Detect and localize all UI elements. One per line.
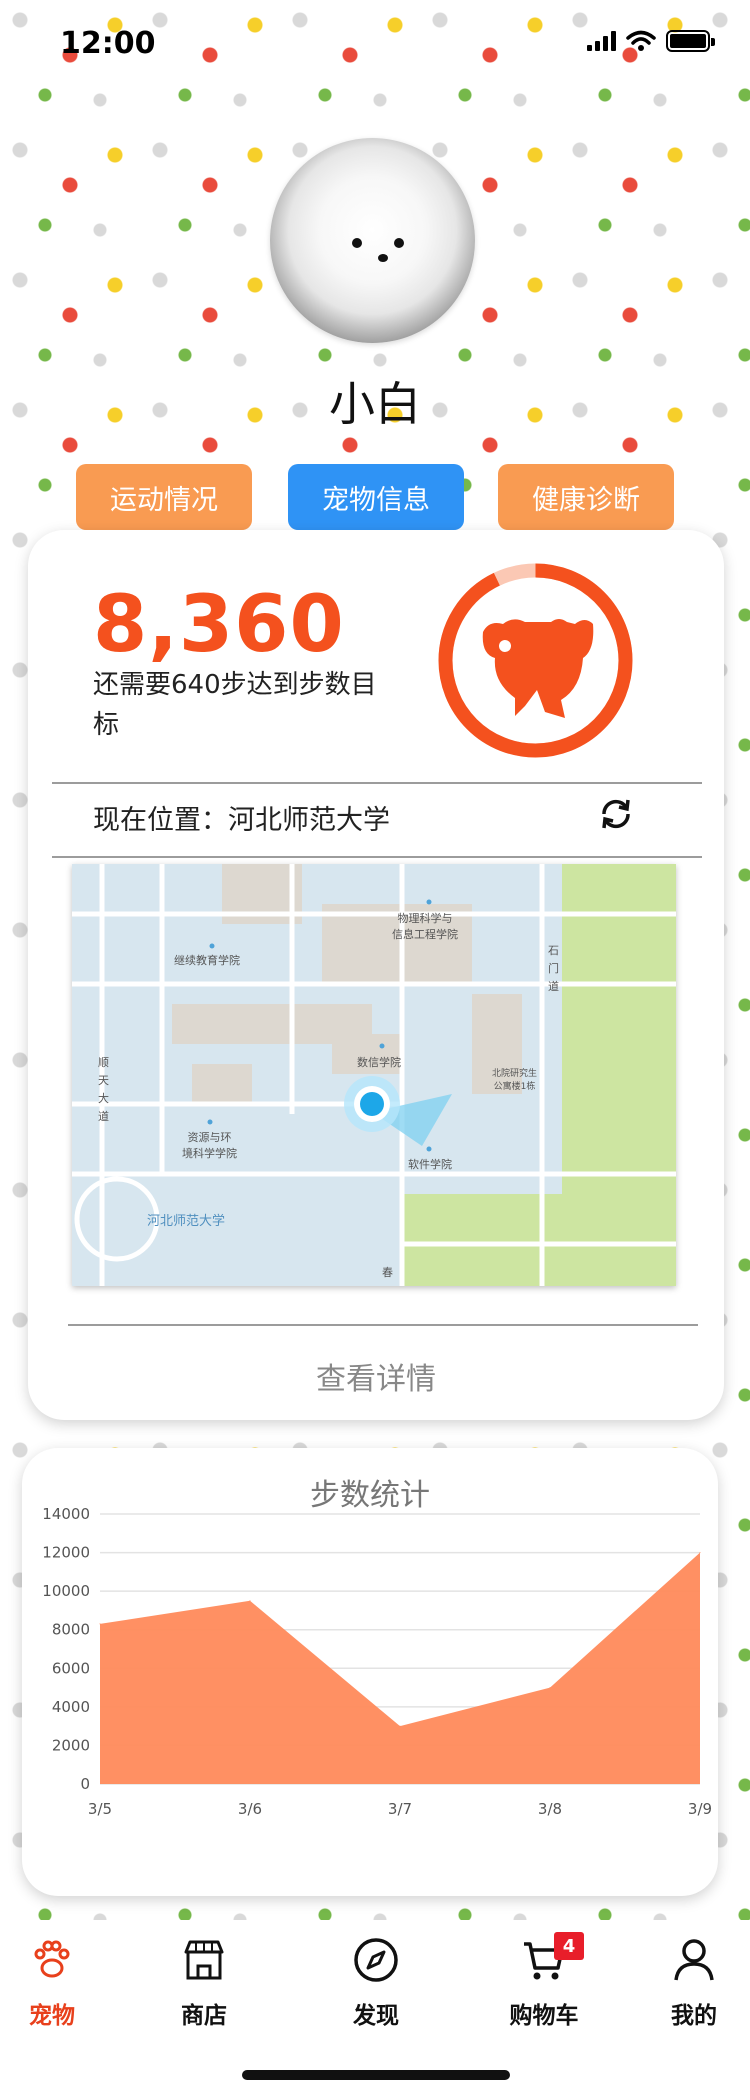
pet-name: 小白 (329, 377, 421, 431)
map-label-campus: 河北师范大学 (147, 1214, 226, 1229)
location-map[interactable]: 继续教育学院 物理科学与 信息工程学院 数信学院 资源与环 境科学学院 软件学院… (72, 864, 676, 1286)
steps-chart-card: 步数统计 0 2000 4000 6000 8000 10000 12000 14000 3/5… (22, 1448, 718, 1896)
chart-y-tick-label: 14000 (42, 1505, 90, 1523)
divider-map (52, 856, 702, 858)
map-label-math: 数信学院 (357, 1056, 401, 1069)
chart-x-tick-label: 3/9 (688, 1800, 712, 1818)
chart-y-tick-label: 6000 (52, 1659, 90, 1677)
tab-pet-info[interactable]: 宠物信息 (288, 464, 464, 530)
chart-y-tick-label: 8000 (52, 1621, 90, 1639)
dog-icon (482, 619, 594, 718)
pet-avatar[interactable] (270, 138, 475, 343)
chart-y-tick-label: 4000 (52, 1698, 90, 1716)
chart-x-tick-label: 3/6 (238, 1800, 262, 1818)
steps-chart: 0 2000 4000 6000 8000 10000 12000 14000 3/5 3/6 3/… (42, 1505, 712, 1818)
map-label-road-left: 顺 天 大 道 (98, 1056, 109, 1123)
chart-data-point (99, 1623, 101, 1625)
view-details-link[interactable]: 查看详情 (28, 1354, 724, 1398)
tab-health[interactable]: 健康诊断 (498, 464, 674, 530)
tabbar-label-cart: 购物车 (509, 2003, 579, 2029)
tabbar-label-discover: 发现 (353, 2003, 399, 2029)
step-count: 8,360 (93, 580, 345, 670)
refresh-icon[interactable] (596, 794, 636, 834)
map-label-spring: 春 (382, 1266, 393, 1279)
chart-data-point (399, 1725, 401, 1727)
chart-x-tick-label: 3/7 (388, 1800, 412, 1818)
map-label-road-right: 石 门 道 (548, 944, 559, 993)
home-indicator (242, 2070, 510, 2080)
chart-data-point (549, 1687, 551, 1689)
battery-icon (666, 30, 715, 52)
compass-icon (354, 1938, 398, 1982)
chart-y-tick-label: 12000 (42, 1544, 90, 1562)
current-location: 现在位置：河北师范大学 (93, 805, 390, 836)
paw-icon (34, 1940, 70, 1978)
map-label-continuing-edu: 继续教育学院 (174, 954, 240, 967)
divider-bottom (68, 1324, 698, 1326)
chart-y-tick-label: 10000 (42, 1582, 90, 1600)
tabbar-store[interactable]: 商店 (144, 1936, 264, 2030)
tabbar-label-pet: 宠物 (29, 2003, 75, 2029)
tabbar-discover[interactable]: 发现 (316, 1936, 436, 2030)
chart-data-point (699, 1552, 701, 1554)
signal-icon (587, 31, 616, 51)
chart-y-tick-label: 2000 (52, 1736, 90, 1754)
store-icon (184, 1940, 224, 1980)
activity-card: 8,360 还需要640步达到步数目标 现在位置：河北师范大学 继续教育学院 物… (28, 530, 724, 1420)
tabbar-cart[interactable]: 4 购物车 (484, 1932, 604, 2030)
chart-y-tick-label: 0 (80, 1775, 90, 1793)
status-time: 12:00 (60, 26, 156, 61)
tabbar-me[interactable]: 我的 (634, 1936, 750, 2030)
wifi-icon (626, 30, 656, 51)
map-label-physics: 物理科学与 信息工程学院 (392, 912, 458, 941)
map-label-research: 北院研究生 公寓楼1栋 (492, 1069, 538, 1092)
tabbar-label-store: 商店 (181, 2003, 227, 2029)
divider-top (52, 782, 702, 784)
user-icon (674, 1939, 714, 1981)
steps-remaining: 还需要640步达到步数目标 (93, 670, 377, 740)
status-icons (587, 30, 715, 52)
map-label-resources: 资源与环 境科学学院 (182, 1131, 237, 1160)
status-bar: 12:00 (0, 0, 750, 88)
tabbar-pet[interactable]: 宠物 (0, 1936, 112, 2030)
chart-data-point (249, 1600, 251, 1602)
tabbar-label-me: 我的 (671, 2003, 717, 2029)
chart-x-tick-label: 3/5 (88, 1800, 112, 1818)
map-label-software: 软件学院 (408, 1158, 452, 1171)
cart-badge: 4 (554, 1932, 584, 1960)
tab-exercise[interactable]: 运动情况 (76, 464, 252, 530)
step-progress-ring (438, 563, 633, 758)
chart-x-tick-label: 3/8 (538, 1800, 562, 1818)
